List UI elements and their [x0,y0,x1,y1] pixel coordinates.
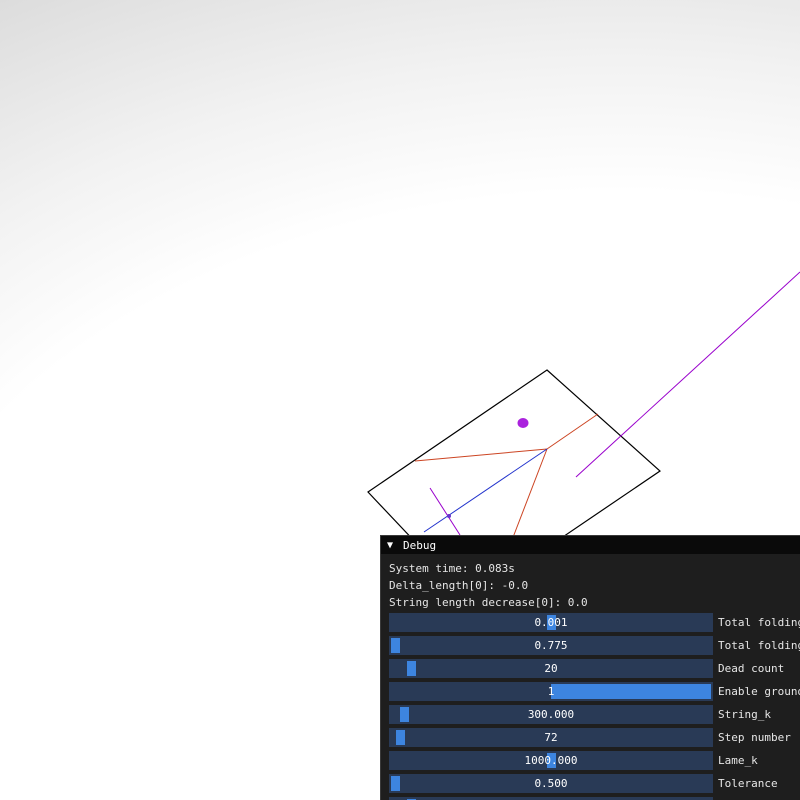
slider-label: Dead count [718,662,785,675]
slider-label: Step number [718,731,791,744]
crease-line-blue [423,448,548,533]
slider-value: 300.000 [527,708,575,721]
slider-row: 72 Step number [389,728,800,747]
debug-text-line: System time: 0.083s [389,562,515,575]
slider-value: 0.500 [534,777,568,790]
debug-text-line: String length decrease[0]: 0.0 [389,596,588,609]
crease-line-red [546,413,599,450]
slider-label: Tolerance [718,777,778,790]
slider-label: Total folding [718,639,800,652]
slider-row: 1000.000 Lame_k [389,751,800,770]
string-line [429,487,461,536]
slider-track[interactable]: 0.775 [389,636,713,655]
slider-track[interactable]: 0.500 [389,774,713,793]
debug-titlebar[interactable]: ▼ Debug [381,536,800,554]
slider-track[interactable]: 72 [389,728,713,747]
slider-row: 0.001 Total folding [389,613,800,632]
slider-value: 0.775 [534,639,568,652]
slider-row: 1 Enable ground [389,682,800,701]
slider-label: Total folding [718,616,800,629]
string-node-sphere[interactable] [517,418,529,428]
collapse-triangle-icon[interactable]: ▼ [387,540,397,551]
slider-row: 0.775 Total folding [389,636,800,655]
slider-label: String_k [718,708,771,721]
debug-window-title: Debug [403,538,437,552]
debug-window[interactable]: ▼ Debug System time: 0.083s Delta_length[… [380,535,800,800]
string-line [575,271,800,478]
slider-track[interactable]: 20 [389,659,713,678]
slider-label: Enable ground [718,685,800,698]
slider-row: 20 Dead count [389,659,800,678]
slider-row: 0.500 Tolerance [389,774,800,793]
slider-value: 0.001 [534,616,568,629]
slider-value: 72 [544,731,558,744]
crease-line-red [511,448,548,541]
slider-label: Lame_k [718,754,758,767]
slider-value: 1000.000 [524,754,578,767]
slider-value: 20 [544,662,558,675]
slider-track[interactable]: 300.000 [389,705,713,724]
slider-row: 300.000 String_k [389,705,800,724]
vertex-marker [447,514,451,518]
slider-value: 1 [547,685,555,698]
crease-line-red [414,448,548,462]
debug-text-line: Delta_length[0]: -0.0 [389,579,529,592]
slider-track[interactable]: 1 [389,682,713,701]
slider-track[interactable]: 1000.000 [389,751,713,770]
slider-track[interactable]: 0.001 [389,613,713,632]
